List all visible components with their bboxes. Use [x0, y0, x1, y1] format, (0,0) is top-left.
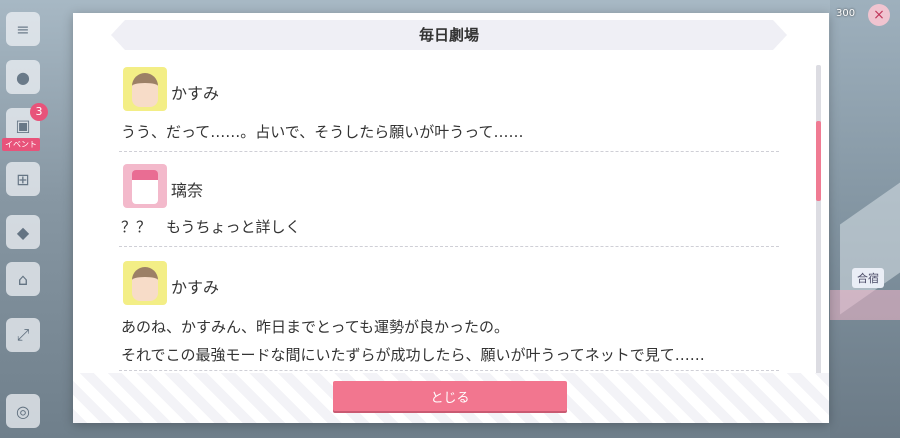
speaker-name: かすみ	[171, 278, 220, 297]
dialog-title: 毎日劇場	[111, 20, 787, 50]
background-label: 合宿	[852, 268, 884, 288]
scrollbar-track[interactable]	[816, 65, 821, 383]
gift-icon[interactable]: ⊞	[6, 162, 40, 196]
avatar-face	[132, 73, 158, 107]
avatar-face	[132, 170, 158, 204]
event-tag: イベント	[2, 138, 40, 151]
chat-icon[interactable]: ●	[6, 60, 40, 94]
dialog-footer: とじる	[73, 373, 829, 423]
speaker-name: 璃奈	[171, 181, 204, 200]
background-decoration-pink	[830, 290, 900, 320]
kasumi-avatar	[123, 67, 167, 111]
dialogue-line: ？？ もうちょっと詳しく	[121, 218, 301, 236]
dialogue-line: あのね、かすみん、昨日までとっても運勢が良かったの。	[121, 318, 510, 336]
dialogue-line: うう、だって……。占いで、そうしたら願いが叶うって……	[121, 123, 524, 141]
gem-icon[interactable]: ◆	[6, 215, 40, 249]
notification-badge: 3	[30, 103, 48, 121]
daily-theater-dialog: 毎日劇場 かすみ うう、だって……。占いで、そうしたら願いが叶うって…… 璃奈 …	[73, 13, 829, 423]
kasumi-avatar	[123, 261, 167, 305]
speaker-name: かすみ	[171, 84, 220, 103]
shop-icon[interactable]: ⌂	[6, 262, 40, 296]
dialogue-entry: かすみ あのね、かすみん、昨日までとっても運勢が良かったの。 それでこの最強モー…	[119, 260, 779, 371]
fullscreen-icon[interactable]: ⤢	[6, 318, 40, 352]
coin-counter: 300	[836, 8, 856, 19]
menu-icon[interactable]: ≡	[6, 12, 40, 46]
avatar-face	[132, 267, 158, 301]
dialogue-line: それでこの最強モードな間にいたずらが成功したら、願いが叶うってネットで見て……	[121, 346, 705, 364]
rina-avatar	[123, 164, 167, 208]
close-icon[interactable]: ×	[868, 4, 890, 26]
close-button[interactable]: とじる	[333, 381, 567, 411]
dialogue-log[interactable]: かすみ うう、だって……。占いで、そうしたら願いが叶うって…… 璃奈 ？？ もう…	[73, 57, 829, 373]
dialogue-entry: 璃奈 ？？ もうちょっと詳しく	[119, 162, 779, 247]
profile-icon[interactable]: ◎	[6, 394, 40, 428]
dialogue-entry: かすみ うう、だって……。占いで、そうしたら願いが叶うって……	[119, 65, 779, 152]
scrollbar-thumb[interactable]	[816, 121, 821, 201]
